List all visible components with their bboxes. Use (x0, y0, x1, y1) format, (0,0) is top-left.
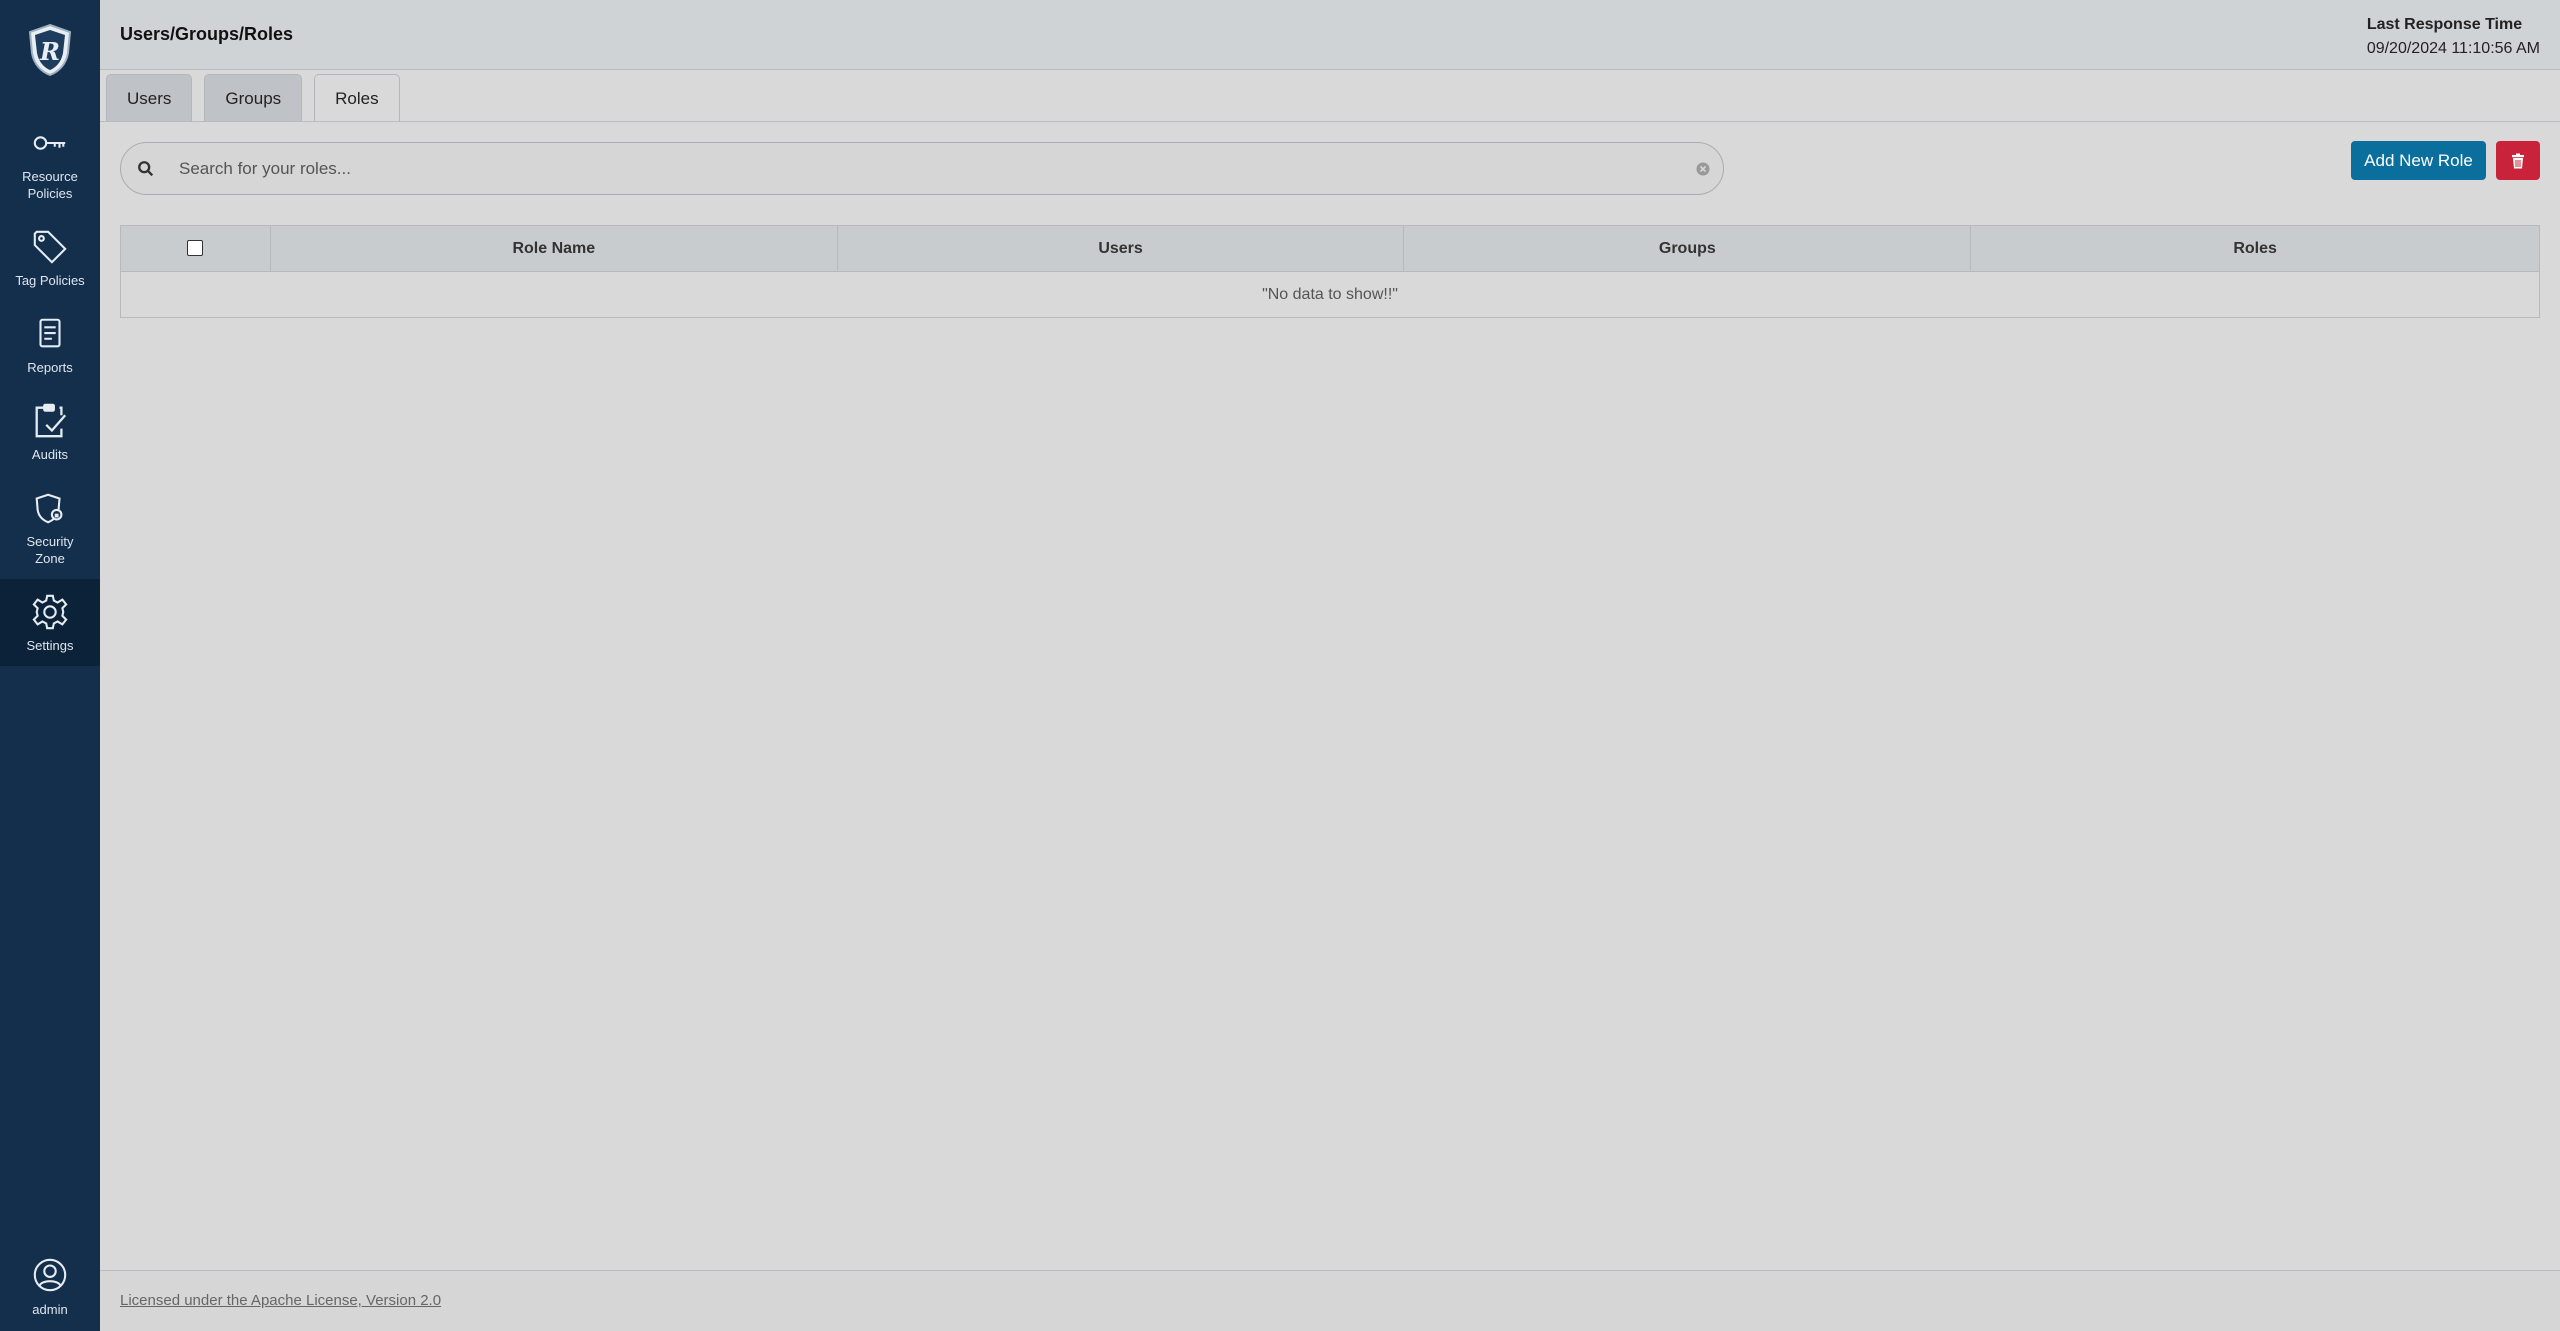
sidebar-item-label: Reports (27, 360, 73, 375)
search-bar[interactable] (120, 142, 1724, 195)
table-header-row: Role Name Users Groups Roles (120, 225, 2540, 272)
sidebar-item-label: Security Zone (26, 534, 74, 566)
sidebar: R Resource Policies Tag Policies Reports (0, 0, 100, 1331)
gear-icon (32, 594, 68, 630)
page-title: Users/Groups/Roles (120, 24, 294, 44)
last-response-label: Last Response Time (2366, 16, 2523, 33)
tab-bar: Users Groups Roles (106, 74, 400, 122)
add-new-role-button[interactable]: Add New Role (2351, 141, 2486, 180)
user-menu[interactable]: admin (0, 1256, 100, 1317)
sidebar-item-reports[interactable]: Reports (0, 301, 100, 388)
select-all-header (120, 225, 271, 272)
sidebar-item-settings[interactable]: Settings (0, 579, 100, 666)
select-all-checkbox[interactable] (187, 240, 204, 257)
column-header-users[interactable]: Users (836, 225, 1405, 272)
sidebar-item-resource-policies[interactable]: Resource Policies (0, 110, 100, 214)
column-header-groups[interactable]: Groups (1403, 225, 1972, 272)
sidebar-item-tag-policies[interactable]: Tag Policies (0, 214, 100, 301)
search-icon (138, 160, 154, 176)
shield-lock-icon (35, 493, 63, 524)
delete-button[interactable] (2496, 141, 2540, 180)
tab-divider (100, 121, 2560, 122)
key-icon (33, 136, 66, 150)
license-link[interactable]: Licensed under the Apache License, Versi… (120, 1292, 441, 1309)
tab-roles[interactable]: Roles (314, 74, 400, 122)
clipboard-check-icon (35, 403, 67, 438)
sidebar-item-label: Audits (31, 447, 69, 462)
column-header-role-name[interactable]: Role Name (269, 225, 838, 272)
main-content: Users/Groups/Roles Last Response Time 09… (100, 0, 2560, 1331)
svg-text:R: R (39, 37, 60, 66)
tab-users[interactable]: Users (106, 74, 193, 122)
app-logo[interactable]: R (0, 0, 100, 100)
tab-groups[interactable]: Groups (204, 74, 303, 122)
sidebar-item-label: Settings (26, 638, 74, 653)
trash-icon (2512, 153, 2524, 168)
column-header-roles[interactable]: Roles (1970, 225, 2540, 272)
user-circle-icon (33, 1258, 67, 1292)
user-label: admin (32, 1302, 68, 1317)
sidebar-item-security-zone[interactable]: Security Zone (0, 475, 100, 579)
top-bar: Users/Groups/Roles Last Response Time 09… (100, 0, 2560, 70)
tag-icon (33, 230, 67, 264)
footer: Licensed under the Apache License, Versi… (100, 1270, 2560, 1331)
search-input[interactable] (179, 158, 1659, 179)
table-row: "No data to show!!" (120, 271, 2540, 318)
last-response-time: Last Response Time 09/20/2024 11:10:56 A… (2367, 13, 2540, 61)
empty-table-message: "No data to show!!" (120, 271, 2540, 318)
last-response-value: 09/20/2024 11:10:56 AM (2366, 40, 2540, 57)
sidebar-item-label: Resource Policies (22, 169, 78, 201)
clear-search-icon[interactable] (1695, 161, 1711, 177)
roles-table: Role Name Users Groups Roles "No data to… (120, 225, 2540, 318)
report-icon (39, 318, 61, 348)
sidebar-item-label: Tag Policies (15, 273, 85, 288)
ranger-logo-icon: R (28, 23, 72, 77)
sidebar-item-audits[interactable]: Audits (0, 388, 100, 475)
